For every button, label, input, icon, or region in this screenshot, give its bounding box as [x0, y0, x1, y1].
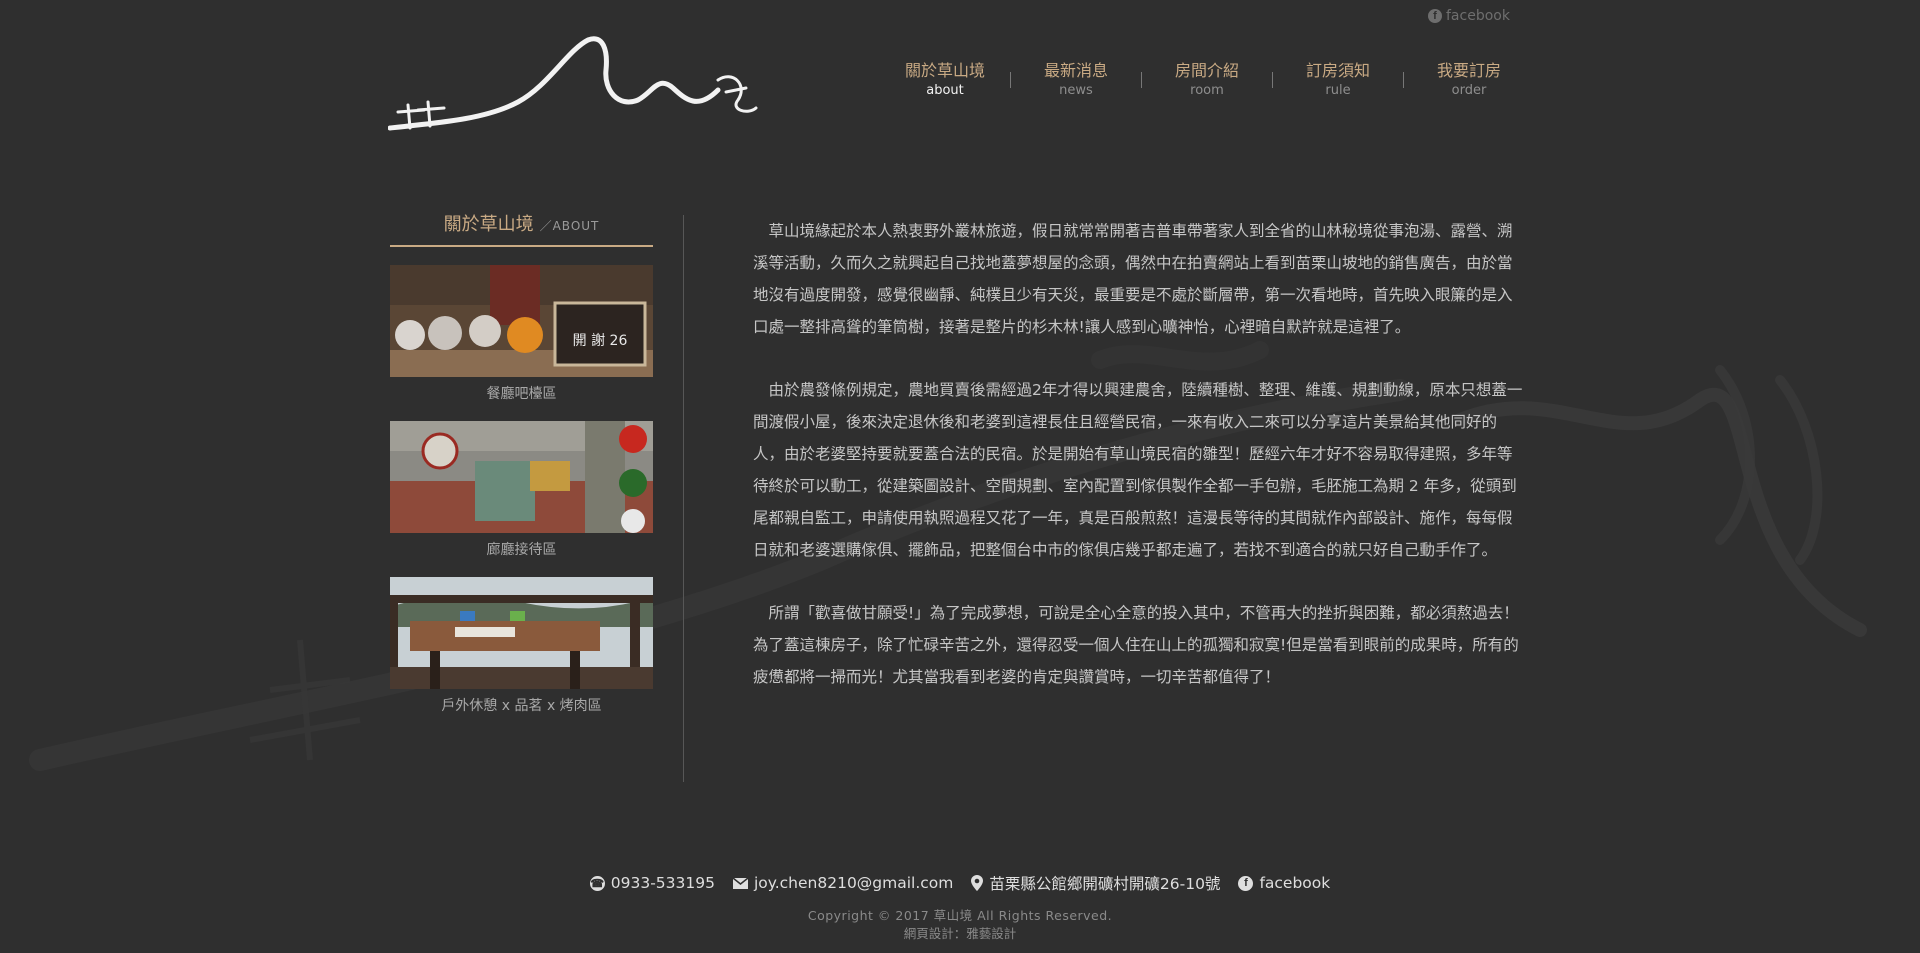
nav-item-rule[interactable]: 訂房須知 rule: [1273, 60, 1403, 100]
nav-item-sublabel: room: [1190, 83, 1224, 98]
nav-item-sublabel: about: [926, 83, 964, 98]
nav-item-sublabel: order: [1451, 83, 1487, 98]
header-facebook-link[interactable]: f facebook: [1428, 8, 1510, 24]
nav-item-sublabel: rule: [1325, 83, 1351, 98]
nav-item-room[interactable]: 房間介紹 room: [1142, 60, 1272, 100]
about-content: 草山境緣起於本人熱衷野外叢林旅遊，假日就常常開著吉普車帶著家人到全省的山林秘境從…: [753, 215, 1525, 724]
about-paragraph: 草山境緣起於本人熱衷野外叢林旅遊，假日就常常開著吉普車帶著家人到全省的山林秘境從…: [753, 222, 1513, 336]
nav-item-label: 關於草山境: [904, 61, 985, 80]
nav-item-order[interactable]: 我要訂房 order: [1404, 60, 1534, 100]
main-nav: 關於草山境 about 最新消息 news 房間介紹 room 訂房須知 rul…: [880, 60, 1534, 100]
about-paragraph: 由於農發條例規定，農地買賣後需經過2年才得以興建農舍，陸續種樹、整理、維護、規劃…: [753, 381, 1523, 559]
header-facebook-label: facebook: [1446, 8, 1510, 24]
facebook-icon: f: [1238, 875, 1254, 891]
photo-outdoor-area: [390, 577, 653, 689]
facebook-icon: f: [1428, 9, 1442, 23]
thumb-caption: 餐廳吧檯區: [486, 386, 557, 402]
photo-lobby-reception: [390, 421, 653, 533]
photo-sign-text: 開 謝 26: [573, 333, 628, 349]
thumb-restaurant-bar[interactable]: 開 謝 26: [390, 265, 653, 377]
footer-address-text: 苗栗縣公館鄉開礦村開礦26-10號: [989, 875, 1221, 893]
sidebar: 關於草山境 ／ABOUT 開 謝 26 餐廳吧檯區 廊廳接待區 戶外休憩 x 品…: [390, 210, 653, 715]
sidebar-title-zh: 關於草山境: [443, 214, 534, 235]
design-credit: 網頁設計：雅藝設計: [903, 926, 1017, 941]
photo-restaurant-bar: 開 謝 26: [390, 265, 653, 377]
footer-email-text: joy.chen8210@gmail.com: [753, 874, 954, 892]
footer-phone-text: 0933-533195: [610, 874, 715, 892]
thumb-caption: 廊廳接待區: [486, 542, 557, 558]
thumb-lobby-reception[interactable]: [390, 421, 653, 533]
site-logo[interactable]: [388, 30, 758, 140]
copyright: Copyright © 2017 草山境 All Rights Reserved…: [807, 908, 1113, 923]
sidebar-title: 關於草山境 ／ABOUT: [390, 210, 653, 247]
nav-item-sublabel: news: [1059, 83, 1093, 98]
thumb-caption: 戶外休憩 x 品茗 x 烤肉區: [441, 698, 602, 714]
nav-item-label: 房間介紹: [1174, 61, 1239, 80]
nav-item-label: 我要訂房: [1436, 61, 1501, 80]
map-pin-icon: [971, 875, 984, 891]
footer-address[interactable]: 苗栗縣公館鄉開礦村開礦26-10號: [971, 872, 1220, 894]
footer-contact: ☎ 0933-533195 joy.chen8210@gmail.com 苗栗縣…: [0, 872, 1920, 894]
footer-facebook-text: facebook: [1259, 874, 1331, 892]
nav-item-label: 最新消息: [1043, 61, 1108, 80]
footer-phone[interactable]: ☎ 0933-533195: [589, 872, 715, 894]
nav-item-news[interactable]: 最新消息 news: [1011, 60, 1141, 100]
thumb-outdoor-area[interactable]: [390, 577, 653, 689]
nav-item-label: 訂房須知: [1305, 61, 1370, 80]
about-paragraph: 所謂「歡喜做甘願受!」為了完成夢想，可說是全心全意的投入其中，不管再大的挫折與困…: [753, 604, 1519, 686]
content-divider: [683, 215, 684, 782]
envelope-icon: [732, 877, 748, 889]
footer-facebook-link[interactable]: f facebook: [1238, 872, 1330, 894]
phone-icon: ☎: [589, 875, 605, 891]
footer-email[interactable]: joy.chen8210@gmail.com: [732, 872, 954, 894]
sidebar-title-en: ／ABOUT: [539, 219, 600, 233]
nav-item-about[interactable]: 關於草山境 about: [880, 60, 1010, 100]
